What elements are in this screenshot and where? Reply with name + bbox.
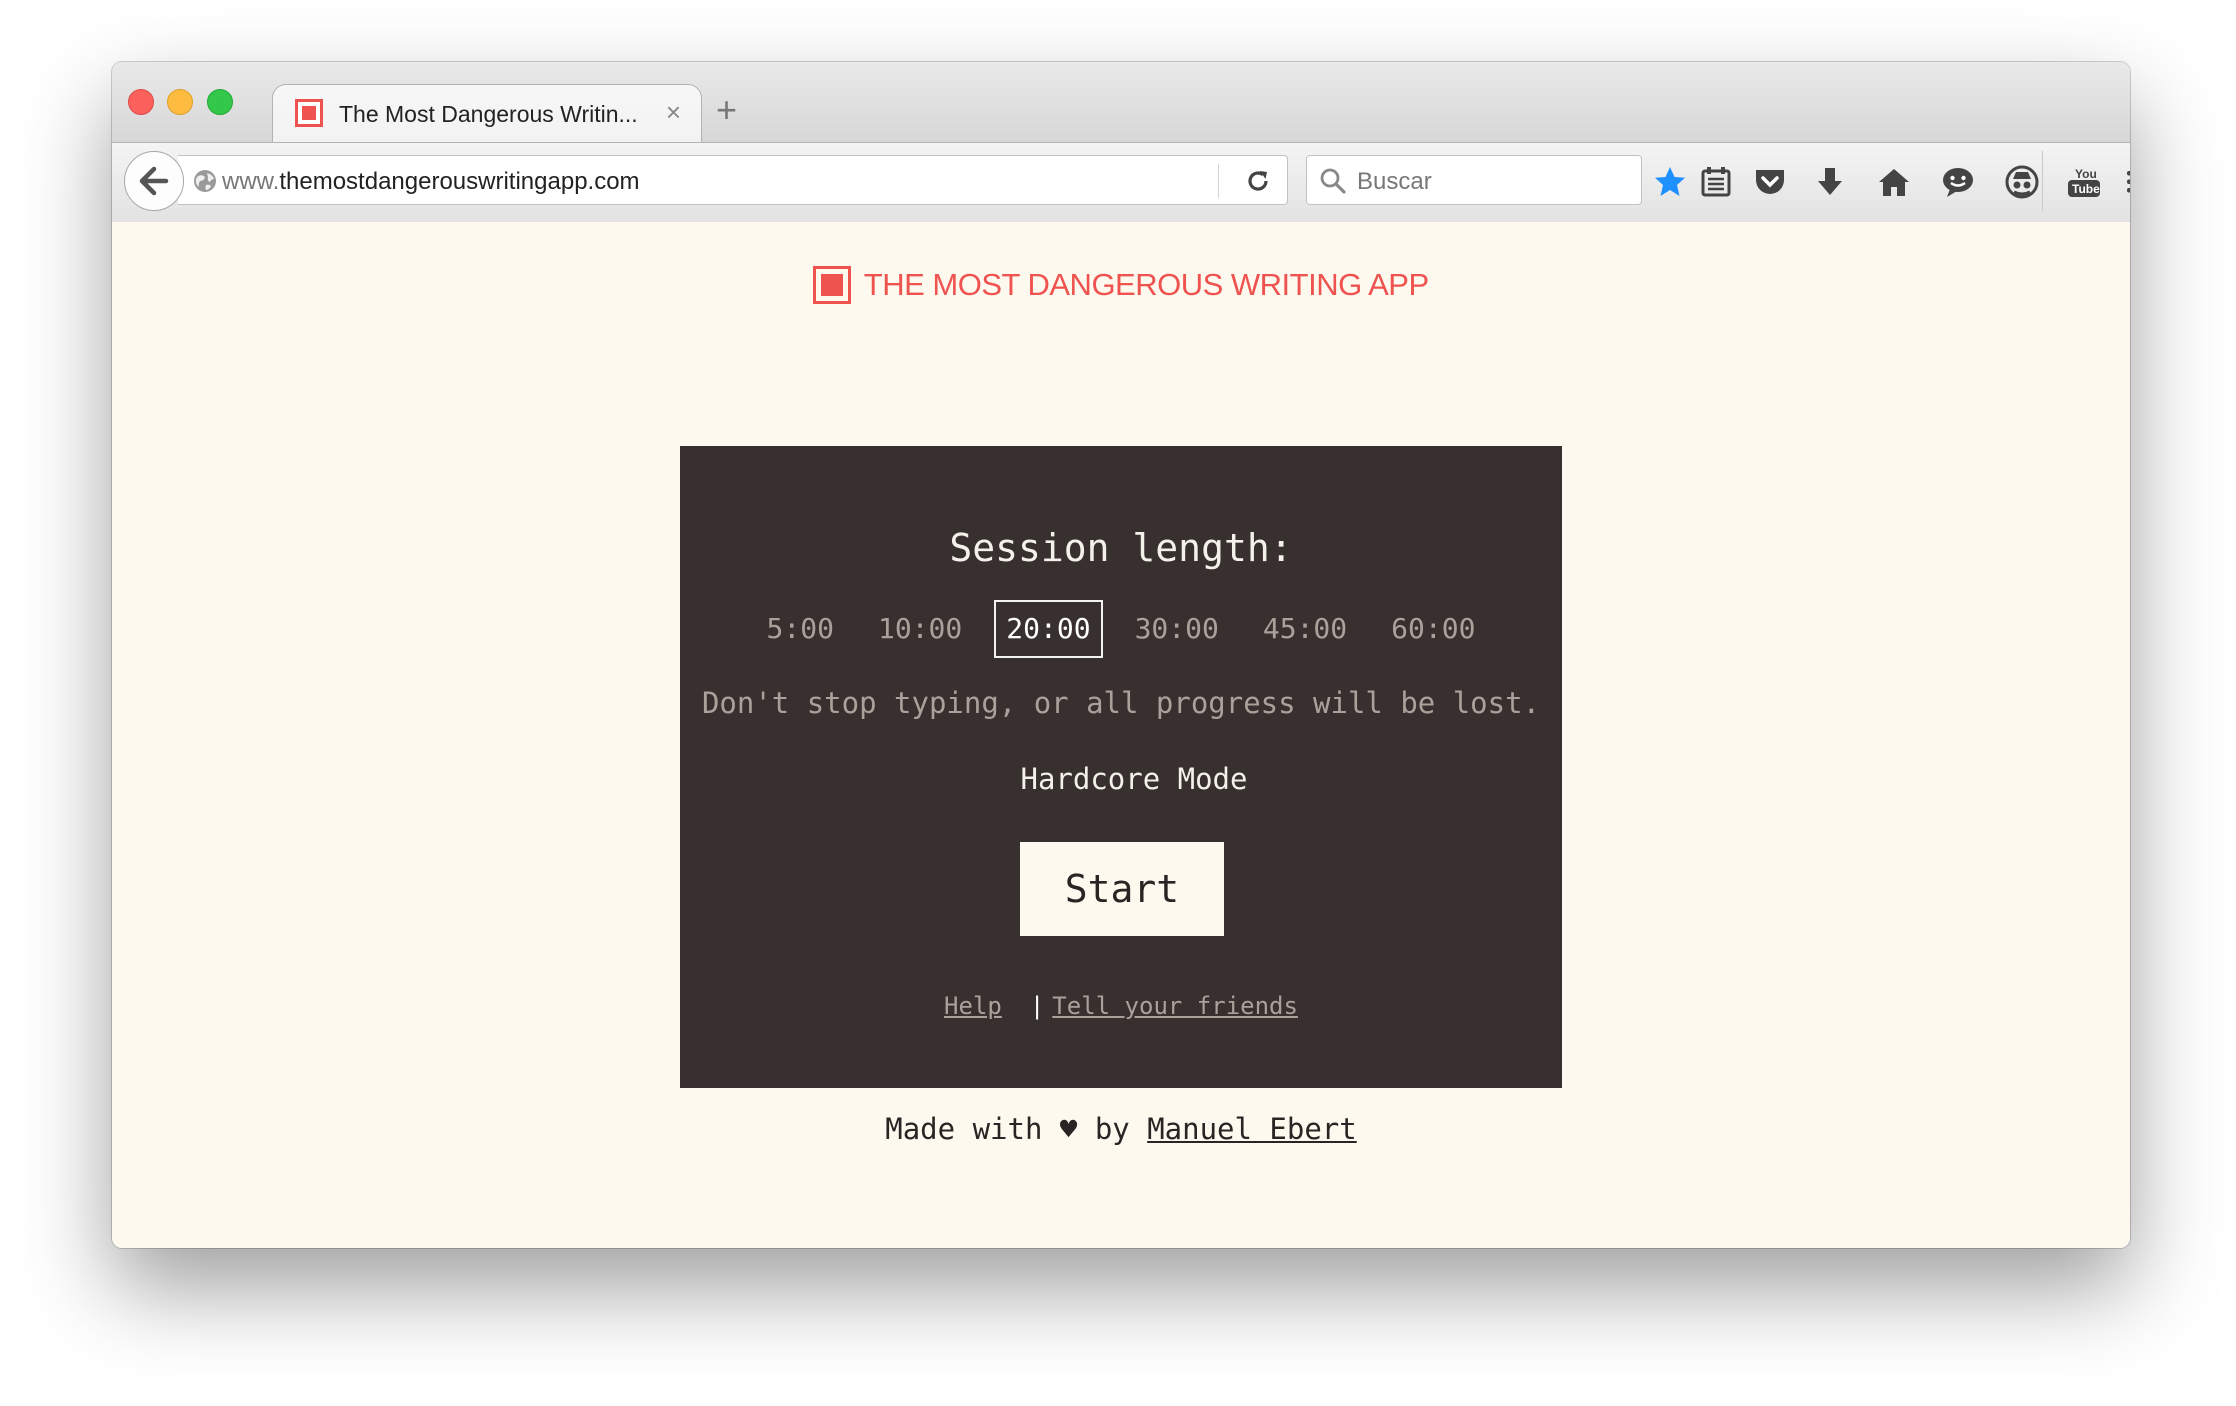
new-tab-button[interactable]: + xyxy=(716,92,737,128)
favicon-icon xyxy=(295,99,323,127)
session-panel: Session length: 5:00 10:00 20:00 30:00 4… xyxy=(680,446,1562,1088)
close-window-button[interactable] xyxy=(128,89,154,115)
panel-footer-links: Help | Tell your friends xyxy=(680,992,1562,1020)
back-button[interactable] xyxy=(124,151,184,211)
help-link[interactable]: Help xyxy=(944,992,1002,1020)
navigation-bar: www.themostdangerouswritingapp.com Busca… xyxy=(112,142,2130,224)
start-button[interactable]: Start xyxy=(1020,842,1224,936)
logo-text: THE MOST DANGEROUS WRITING APP xyxy=(863,267,1429,302)
browser-window: The Most Dangerous Writin... × + www.the… xyxy=(112,62,2130,1248)
url-prefix: www. xyxy=(222,168,280,195)
chat-icon[interactable] xyxy=(1940,164,1976,200)
tab-title: The Most Dangerous Writin... xyxy=(339,101,638,127)
svg-text:You: You xyxy=(2075,167,2097,181)
heart-icon: ♥ xyxy=(1059,1112,1078,1146)
pocket-icon[interactable] xyxy=(1752,164,1788,200)
duration-option-20-selected[interactable]: 20:00 xyxy=(994,600,1103,658)
search-bar[interactable]: Buscar xyxy=(1306,155,1642,205)
incognito-icon[interactable] xyxy=(2004,164,2040,200)
duration-options: 5:00 10:00 20:00 30:00 45:00 60:00 xyxy=(680,600,1562,658)
tab-active[interactable]: The Most Dangerous Writin... × xyxy=(272,84,702,143)
tab-bar: The Most Dangerous Writin... × + xyxy=(112,62,2130,143)
url-text: www.themostdangerouswritingapp.com xyxy=(222,168,640,196)
search-placeholder: Buscar xyxy=(1357,168,1432,195)
svg-text:Tube: Tube xyxy=(2072,182,2100,196)
duration-option-30[interactable]: 30:00 xyxy=(1123,600,1231,658)
link-separator: | xyxy=(1029,992,1045,1020)
made-with-credit: Made with ♥ by Manuel Ebert xyxy=(112,1112,2130,1146)
globe-icon xyxy=(194,170,216,192)
maximize-window-button[interactable] xyxy=(207,89,233,115)
toolbar-divider xyxy=(2042,151,2043,211)
duration-option-45[interactable]: 45:00 xyxy=(1251,600,1359,658)
youtube-icon[interactable]: You Tube xyxy=(2066,164,2102,200)
search-icon xyxy=(1320,168,1346,194)
bookmark-star-icon[interactable] xyxy=(1652,164,1688,200)
page-content: THE MOST DANGEROUS WRITING APP Session l… xyxy=(112,222,2130,1248)
reading-list-icon[interactable] xyxy=(1698,164,1734,200)
tell-friends-link[interactable]: Tell your friends xyxy=(1052,992,1298,1020)
duration-option-60[interactable]: 60:00 xyxy=(1379,600,1487,658)
hardcore-mode-toggle[interactable]: Hardcore Mode xyxy=(680,762,1562,796)
author-link[interactable]: Manuel Ebert xyxy=(1147,1112,1357,1146)
warning-text: Don't stop typing, or all progress will … xyxy=(701,686,1541,720)
session-length-heading: Session length: xyxy=(949,526,1293,570)
download-icon[interactable] xyxy=(1812,164,1848,200)
duration-option-5[interactable]: 5:00 xyxy=(755,600,846,658)
made-with-by: by xyxy=(1094,1112,1130,1146)
url-divider xyxy=(1218,164,1219,198)
url-bar[interactable]: www.themostdangerouswritingapp.com xyxy=(178,155,1288,205)
minimize-window-button[interactable] xyxy=(167,89,193,115)
reload-icon[interactable] xyxy=(1244,167,1272,195)
back-arrow-icon xyxy=(139,166,169,196)
url-domain: themostdangerouswritingapp.com xyxy=(279,168,640,195)
logo-square-icon xyxy=(813,266,852,304)
hamburger-menu-icon[interactable] xyxy=(2124,164,2130,200)
app-logo[interactable]: THE MOST DANGEROUS WRITING APP xyxy=(112,266,2130,304)
tab-close-icon[interactable]: × xyxy=(666,97,681,128)
duration-option-10[interactable]: 10:00 xyxy=(866,600,974,658)
made-with-prefix: Made with xyxy=(885,1112,1043,1146)
home-icon[interactable] xyxy=(1876,164,1912,200)
